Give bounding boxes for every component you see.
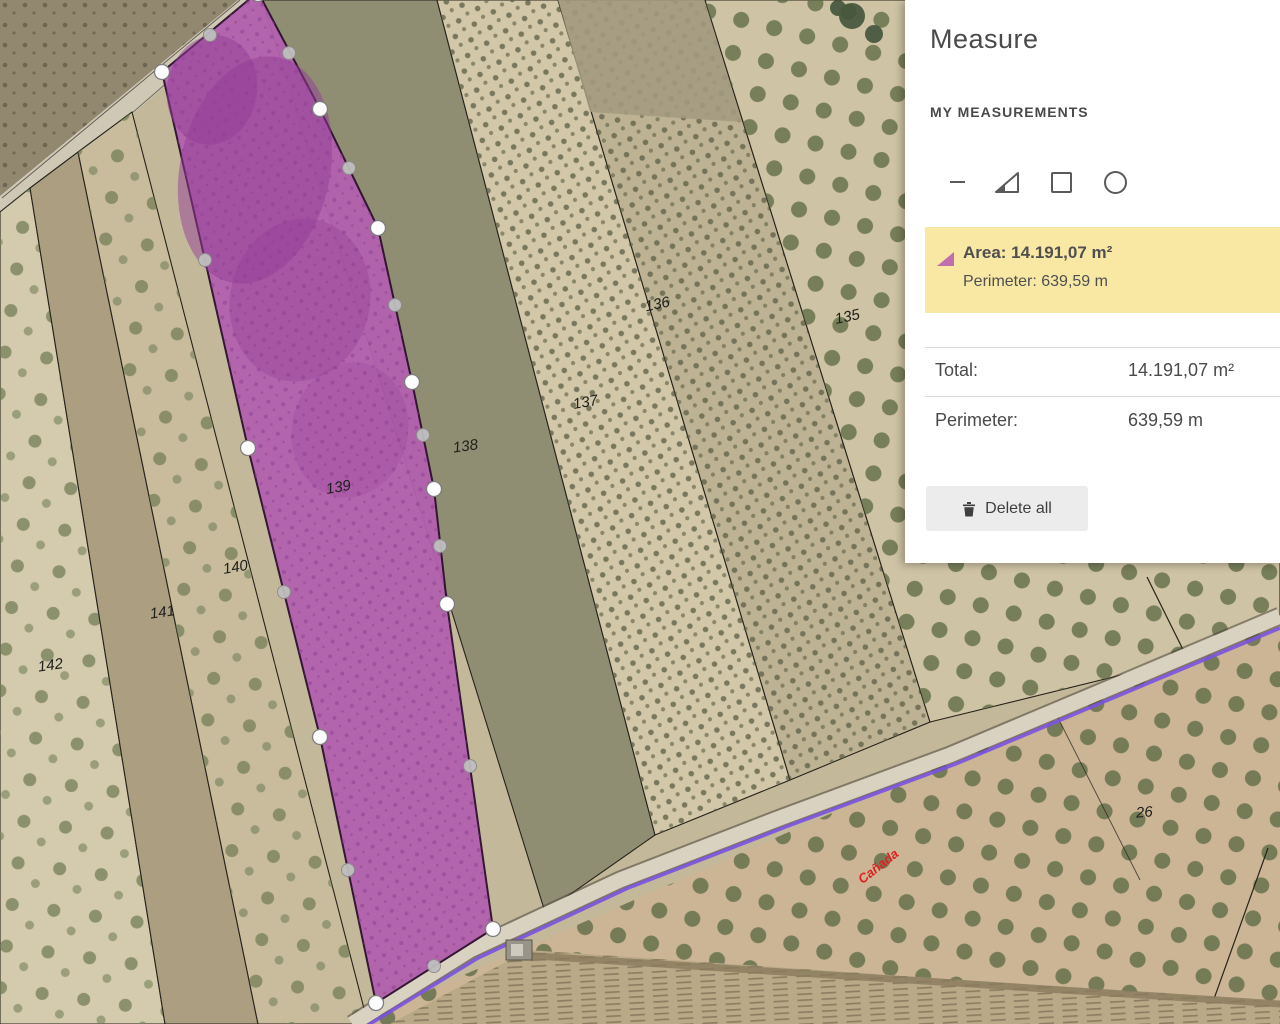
measurement-area-text: Area: 14.191,07 m² [963, 243, 1112, 263]
section-title: MY MEASUREMENTS [930, 104, 1089, 120]
perimeter-label: Perimeter: [935, 410, 1018, 431]
rectangle-tool-button[interactable] [1047, 168, 1075, 196]
area-marker-icon [936, 250, 955, 267]
vertex-handle[interactable] [313, 102, 328, 117]
midpoint-handle[interactable] [343, 162, 356, 175]
midpoint-handle[interactable] [417, 429, 430, 442]
vertex-handle[interactable] [313, 730, 328, 745]
midpoint-handle[interactable] [283, 47, 296, 60]
rectangle-tool-icon [1051, 172, 1072, 193]
midpoint-handle[interactable] [389, 299, 402, 312]
midpoint-handle[interactable] [434, 540, 447, 553]
vertex-handle[interactable] [369, 996, 384, 1011]
vertex-handle[interactable] [241, 441, 256, 456]
measurement-list-item[interactable]: Area: 14.191,07 m² Perimeter: 639,59 m [925, 227, 1280, 313]
measure-panel: Measure MY MEASUREMENTS Area: 14.191,07 … [905, 0, 1280, 563]
midpoint-handle[interactable] [199, 254, 212, 267]
total-label: Total: [935, 360, 978, 381]
panel-title: Measure [930, 24, 1039, 55]
measurement-perimeter-text: Perimeter: 639,59 m [963, 273, 1108, 291]
vertex-handle[interactable] [405, 375, 420, 390]
total-value: 14.191,07 m² [1128, 360, 1234, 381]
midpoint-handle[interactable] [428, 960, 441, 973]
delete-all-label: Delete all [985, 500, 1052, 518]
delete-all-button[interactable]: Delete all [926, 486, 1088, 531]
measure-app: 135 136 137 138 139 140 141 142 26 Cañad… [0, 0, 1280, 1024]
area-tool-button[interactable] [993, 168, 1021, 196]
divider [925, 396, 1280, 397]
circle-tool-button[interactable] [1101, 168, 1129, 196]
building [506, 940, 532, 960]
parcel-label-26: 26 [1134, 803, 1154, 822]
trash-icon [962, 501, 976, 517]
parcel-label-142: 142 [37, 655, 65, 675]
vertex-handle[interactable] [427, 482, 442, 497]
vertex-handle[interactable] [371, 221, 386, 236]
vertex-handle[interactable] [486, 922, 501, 937]
vertex-handle[interactable] [155, 65, 170, 80]
divider [925, 347, 1280, 348]
perimeter-value: 639,59 m [1128, 410, 1203, 431]
vertex-handle[interactable] [440, 597, 455, 612]
midpoint-handle[interactable] [278, 586, 291, 599]
midpoint-handle[interactable] [204, 29, 217, 42]
parcel-label-138: 138 [452, 436, 480, 456]
midpoint-handle[interactable] [342, 864, 355, 877]
line-tool-icon [950, 181, 965, 183]
line-tool-button[interactable] [943, 168, 971, 196]
parcel-label-141: 141 [149, 602, 176, 622]
area-tool-icon [994, 171, 1020, 194]
midpoint-handle[interactable] [464, 760, 477, 773]
circle-tool-icon [1104, 171, 1127, 194]
